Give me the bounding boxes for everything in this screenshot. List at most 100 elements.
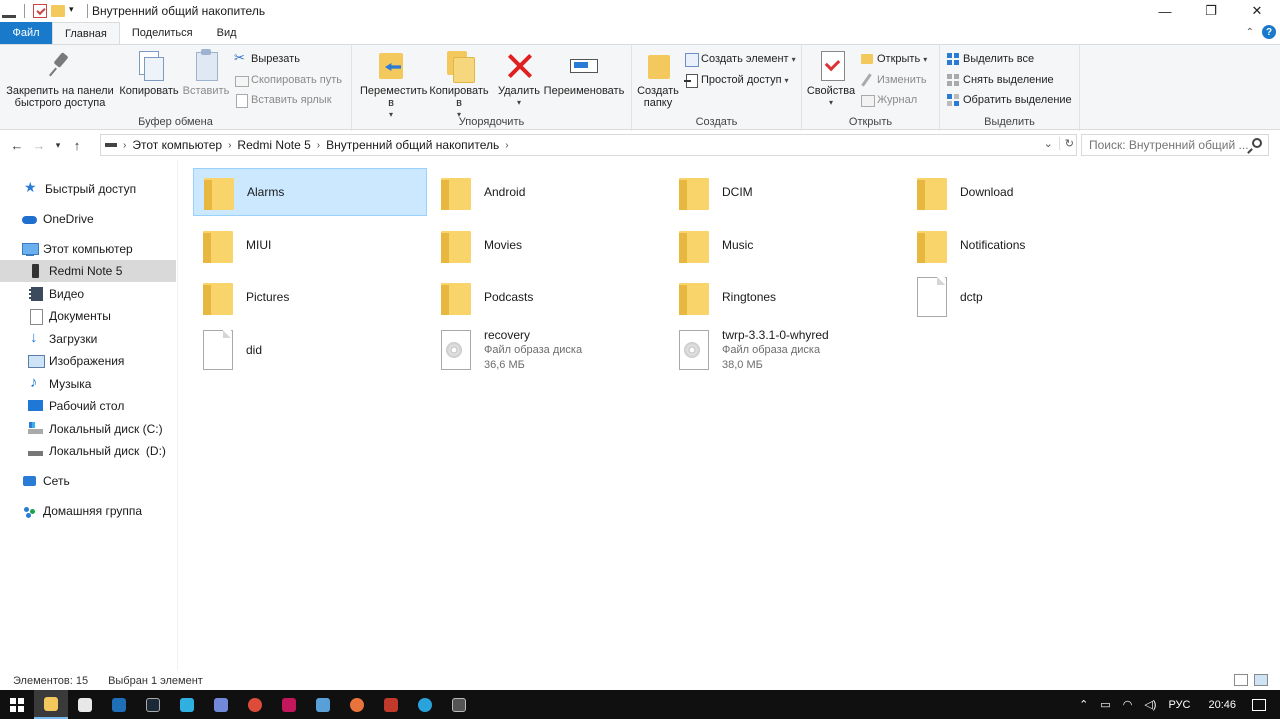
move-to-button[interactable]: Переместить в ▾ bbox=[356, 49, 427, 121]
back-arrow-icon[interactable]: ← bbox=[6, 133, 28, 157]
close-button[interactable]: ✕ bbox=[1234, 0, 1280, 22]
folder-item-music[interactable]: Music bbox=[669, 221, 903, 269]
new-folder-quick-icon[interactable] bbox=[51, 5, 65, 17]
new-item-button[interactable]: Создать элемент ▾ bbox=[684, 50, 796, 68]
paste-shortcut-button[interactable]: Вставить ярлык bbox=[234, 91, 332, 109]
help-icon[interactable]: ? bbox=[1262, 25, 1276, 39]
language-indicator[interactable]: РУС bbox=[1168, 699, 1190, 711]
sidebar-item-documents[interactable]: Документы bbox=[0, 305, 176, 327]
easy-access-button[interactable]: Простой доступ ▾ bbox=[684, 71, 789, 89]
taskbar-app-9[interactable] bbox=[306, 690, 340, 719]
sidebar-item-desktop[interactable]: Рабочий стол bbox=[0, 395, 176, 417]
edit-button[interactable]: Изменить bbox=[860, 71, 927, 89]
up-arrow-icon[interactable]: ↑ bbox=[66, 133, 88, 157]
folder-item-alarms[interactable]: Alarms bbox=[193, 168, 427, 216]
drive-icon[interactable] bbox=[2, 10, 16, 18]
select-none-button[interactable]: Снять выделение bbox=[946, 71, 1054, 89]
taskbar-app-discord[interactable] bbox=[204, 690, 238, 719]
taskbar-app-11[interactable] bbox=[374, 690, 408, 719]
properties-button[interactable]: Свойства ▾ bbox=[806, 49, 856, 109]
large-icons-view-icon[interactable] bbox=[1254, 674, 1268, 686]
folder-item-movies[interactable]: Movies bbox=[431, 221, 665, 269]
new-folder-button[interactable]: Создать папку bbox=[636, 49, 680, 109]
chevron-down-icon[interactable]: ▾ bbox=[69, 4, 79, 18]
folder-item-dcim[interactable]: DCIM bbox=[669, 168, 903, 216]
copy-to-button[interactable]: Копировать в ▾ bbox=[426, 49, 492, 121]
sidebar-item-onedrive[interactable]: OneDrive bbox=[0, 208, 176, 230]
taskbar-app-8[interactable] bbox=[272, 690, 306, 719]
notifications-icon[interactable] bbox=[1252, 698, 1266, 711]
select-all-button[interactable]: Выделить все bbox=[946, 50, 1034, 68]
address-dropdown-chevron-icon[interactable]: ⌄ bbox=[1044, 137, 1053, 150]
sidebar-item-network[interactable]: Сеть bbox=[0, 470, 176, 492]
file-item-dctp[interactable]: dctp bbox=[907, 273, 1141, 321]
windows-start-icon[interactable] bbox=[0, 690, 34, 719]
sidebar-item-redmi-note-5[interactable]: Redmi Note 5 bbox=[0, 260, 176, 282]
sidebar-item-homegroup[interactable]: Домашняя группа bbox=[0, 500, 176, 522]
search-icon[interactable] bbox=[1252, 138, 1262, 148]
sidebar-item-video[interactable]: Видео bbox=[0, 283, 176, 305]
taskbar-app-explorer[interactable] bbox=[34, 690, 68, 719]
file-item-recovery[interactable]: recovery Файл образа диска 36,6 МБ bbox=[431, 326, 665, 374]
folder-item-miui[interactable]: MIUI bbox=[193, 221, 427, 269]
rename-button[interactable]: Переименовать bbox=[542, 49, 626, 97]
cut-button[interactable]: Вырезать bbox=[234, 50, 300, 68]
properties-quick-icon[interactable] bbox=[33, 4, 47, 18]
breadcrumb-this-pc[interactable]: Этот компьютер bbox=[128, 138, 226, 152]
taskbar-app-steam[interactable] bbox=[136, 690, 170, 719]
paste-button[interactable]: Вставить bbox=[182, 49, 230, 97]
folder-item-ringtones[interactable]: Ringtones bbox=[669, 273, 903, 321]
folder-item-pictures[interactable]: Pictures bbox=[193, 273, 427, 321]
address-bar[interactable]: › Этот компьютер › Redmi Note 5 › Внутре… bbox=[100, 134, 1077, 156]
file-item-twrp[interactable]: twrp-3.3.1-0-whyred Файл образа диска 38… bbox=[669, 326, 903, 374]
breadcrumb-internal-storage[interactable]: Внутренний общий накопитель bbox=[322, 138, 503, 152]
folder-item-download[interactable]: Download bbox=[907, 168, 1141, 216]
taskbar-app-5[interactable] bbox=[170, 690, 204, 719]
taskbar-app-chrome[interactable] bbox=[238, 690, 272, 719]
forward-arrow-icon[interactable]: → bbox=[28, 133, 50, 157]
sidebar-item-quick-access[interactable]: Быстрый доступ bbox=[0, 178, 176, 200]
taskbar-app-10[interactable] bbox=[340, 690, 374, 719]
pin-quick-access-button[interactable]: Закрепить на панели быстрого доступа bbox=[4, 49, 116, 109]
breadcrumb-separator-icon[interactable]: › bbox=[315, 140, 322, 151]
folder-item-podcasts[interactable]: Podcasts bbox=[431, 273, 665, 321]
tab-file[interactable]: Файл bbox=[0, 22, 52, 44]
folder-item-notifications[interactable]: Notifications bbox=[907, 221, 1141, 269]
sidebar-item-pictures[interactable]: Изображения bbox=[0, 350, 176, 372]
sidebar-item-downloads[interactable]: Загрузки bbox=[0, 328, 176, 350]
wifi-icon[interactable]: ◠ bbox=[1123, 698, 1133, 711]
volume-icon[interactable]: ◁) bbox=[1144, 698, 1156, 711]
search-box[interactable] bbox=[1081, 134, 1269, 156]
sidebar-item-music[interactable]: Музыка bbox=[0, 373, 176, 395]
history-button[interactable]: Журнал bbox=[860, 91, 917, 109]
tab-view[interactable]: Вид bbox=[205, 22, 249, 44]
taskbar-app-telegram[interactable] bbox=[408, 690, 442, 719]
taskbar-app-3[interactable] bbox=[102, 690, 136, 719]
tab-home[interactable]: Главная bbox=[52, 22, 120, 44]
sidebar-item-this-pc[interactable]: Этот компьютер bbox=[0, 238, 176, 260]
breadcrumb-separator-icon[interactable]: › bbox=[503, 140, 510, 151]
restore-button[interactable]: ❐ bbox=[1188, 0, 1234, 22]
tab-share[interactable]: Поделиться bbox=[120, 22, 205, 44]
refresh-icon[interactable]: ↻ bbox=[1058, 137, 1074, 150]
copy-button[interactable]: Копировать bbox=[118, 49, 180, 97]
copy-path-button[interactable]: Скопировать путь bbox=[234, 71, 342, 89]
folder-item-android[interactable]: Android bbox=[431, 168, 665, 216]
file-item-did[interactable]: did bbox=[193, 326, 427, 374]
taskbar-app-2[interactable] bbox=[68, 690, 102, 719]
sidebar-item-disk-d[interactable]: Локальный диск (D:) bbox=[0, 440, 176, 462]
taskbar-app-cmd[interactable] bbox=[442, 690, 476, 719]
search-input[interactable] bbox=[1089, 138, 1249, 152]
delete-button[interactable]: Удалить ▾ bbox=[496, 49, 542, 109]
minimize-button[interactable]: — bbox=[1142, 0, 1188, 22]
breadcrumb-separator-icon[interactable]: › bbox=[226, 140, 233, 151]
open-button[interactable]: Открыть ▾ bbox=[860, 50, 927, 68]
network-icon[interactable]: ▭ bbox=[1100, 698, 1110, 711]
clock[interactable]: 20:46 bbox=[1208, 699, 1236, 711]
breadcrumb-redmi-note-5[interactable]: Redmi Note 5 bbox=[233, 138, 314, 152]
chevron-up-icon[interactable]: ⌃ bbox=[1079, 698, 1088, 711]
details-view-icon[interactable] bbox=[1234, 674, 1248, 686]
invert-selection-button[interactable]: Обратить выделение bbox=[946, 91, 1072, 109]
chevron-up-icon[interactable]: ⌃ bbox=[1246, 27, 1254, 38]
recent-locations-chevron-icon[interactable]: ▾ bbox=[50, 133, 66, 157]
